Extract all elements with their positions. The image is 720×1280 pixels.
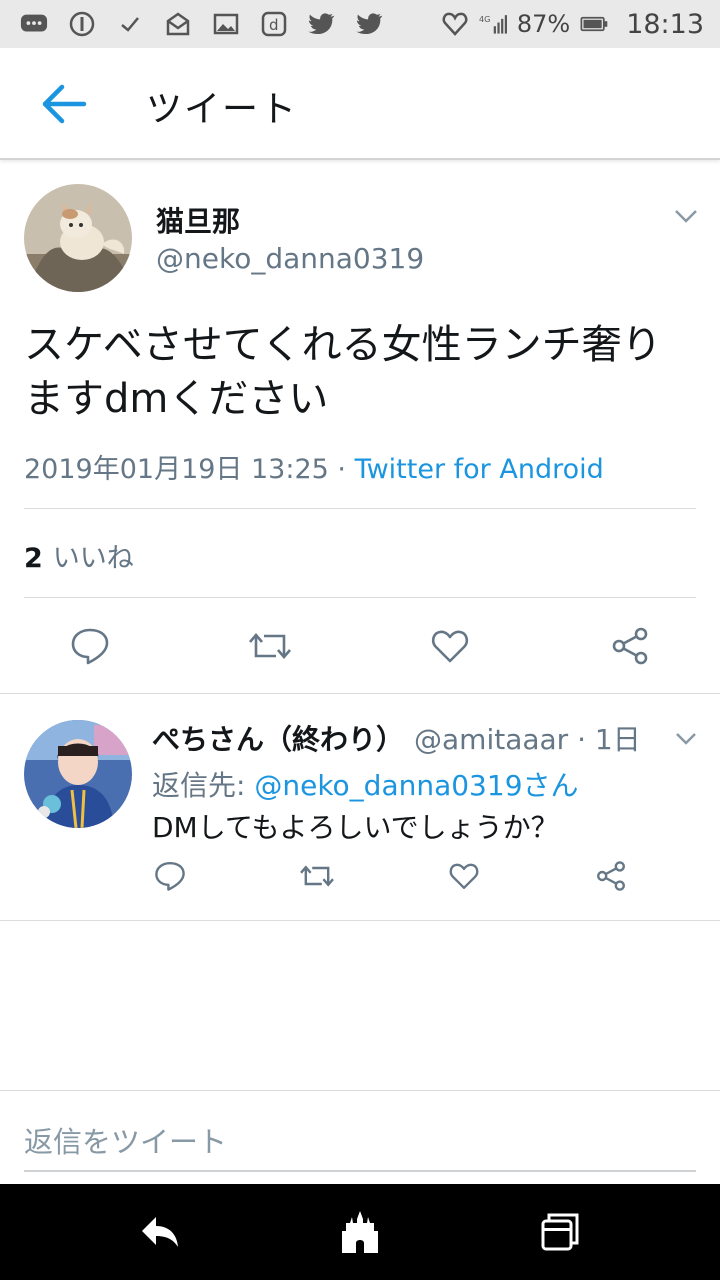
chevron-down-icon — [675, 210, 697, 223]
chevron-down-icon — [676, 732, 696, 745]
reply-like-button[interactable] — [446, 858, 482, 894]
heart-badge-icon — [441, 10, 469, 38]
back-nav-icon — [142, 1217, 178, 1247]
castle-home-icon — [342, 1211, 378, 1253]
chat-bubble-icon — [20, 10, 48, 38]
reply-author-name[interactable]: ぺちさん（終わり） — [152, 723, 404, 756]
divider — [0, 1090, 720, 1091]
reply-to-line: 返信先: @neko_danna0319さん — [152, 764, 579, 804]
reply-to-mention[interactable]: @neko_danna0319さん — [254, 769, 578, 802]
like-count: 2 — [24, 543, 43, 574]
system-indicators: 4G 87% 18:13 — [441, 8, 704, 40]
retweet-icon — [249, 633, 291, 659]
nav-home-button[interactable] — [336, 1208, 384, 1256]
reply-share-button[interactable] — [593, 858, 629, 894]
reply-action-bar — [0, 858, 720, 898]
twitter-bird-icon — [356, 10, 384, 38]
system-nav-bar — [0, 1184, 720, 1280]
check-icon — [116, 10, 144, 38]
reply-retweet-button[interactable] — [299, 858, 335, 894]
reply-text: DMしてもよろしいでしょうか？ — [152, 811, 559, 844]
reply-icon — [71, 628, 109, 665]
tweet-menu-button[interactable] — [672, 202, 700, 230]
reply-author-handle[interactable]: @amitaaar · 1日 — [414, 723, 641, 756]
info-circle-icon — [68, 10, 96, 38]
app-bar: ツイート — [0, 48, 720, 160]
divider — [24, 597, 696, 598]
recent-apps-icon — [541, 1213, 579, 1251]
like-icon — [431, 630, 469, 663]
reply-icon — [155, 862, 185, 891]
battery-icon — [580, 10, 608, 38]
arrow-left-icon — [42, 84, 87, 124]
reply-reply-button[interactable] — [152, 858, 188, 894]
retweet-icon — [300, 865, 334, 887]
back-button[interactable] — [38, 78, 90, 130]
share-icon — [597, 861, 625, 891]
tweet-text: スケベさせてくれる女性ランチ奢りますdmください — [24, 322, 662, 422]
twitter-bird-icon — [308, 10, 336, 38]
author-avatar[interactable] — [24, 184, 132, 292]
tweet-date: 2019年01月19日 13:25 · — [24, 454, 355, 485]
tweet-source-link[interactable]: Twitter for Android — [355, 454, 604, 485]
author-handle[interactable]: @neko_danna0319 — [156, 242, 424, 275]
signal-icon: 4G — [479, 10, 507, 38]
network-type: 4G — [479, 14, 490, 24]
share-icon — [612, 627, 648, 665]
retweet-button[interactable] — [248, 624, 292, 668]
nav-recents-button[interactable] — [536, 1208, 584, 1256]
divider — [24, 508, 696, 509]
share-button[interactable] — [608, 624, 652, 668]
like-button[interactable] — [428, 624, 472, 668]
status-bar: d 4G 87% 18:13 — [0, 0, 720, 48]
battery-percent: 87% — [516, 10, 571, 38]
mail-icon — [164, 10, 192, 38]
svg-text:d: d — [269, 16, 279, 34]
reply-menu-button[interactable] — [672, 724, 700, 752]
tweet-timestamp: 2019年01月19日 13:25 · Twitter for Android — [24, 447, 604, 486]
clock: 18:13 — [626, 8, 704, 40]
author-name[interactable]: 猫旦那 — [156, 200, 240, 240]
reply-button[interactable] — [68, 624, 112, 668]
image-icon — [212, 10, 240, 38]
page-title: ツイート — [146, 89, 299, 130]
notification-icons: d — [20, 10, 384, 38]
tweet-action-bar — [0, 624, 720, 672]
reply-to-label: 返信先: — [152, 769, 255, 802]
like-icon — [449, 863, 479, 890]
nav-back-button[interactable] — [136, 1208, 184, 1256]
reply-author-avatar[interactable] — [24, 720, 132, 828]
reply-compose-input[interactable] — [24, 1114, 696, 1172]
divider — [0, 920, 720, 921]
likes-stat[interactable]: 2 いいね — [24, 536, 134, 575]
like-label: いいね — [52, 543, 134, 574]
reply-tweet[interactable]: ぺちさん（終わり） @amitaaar · 1日 返信先: @neko_danna… — [0, 694, 720, 920]
reply-header: ぺちさん（終わり） @amitaaar · 1日 — [152, 718, 641, 758]
d-app-icon: d — [260, 10, 288, 38]
